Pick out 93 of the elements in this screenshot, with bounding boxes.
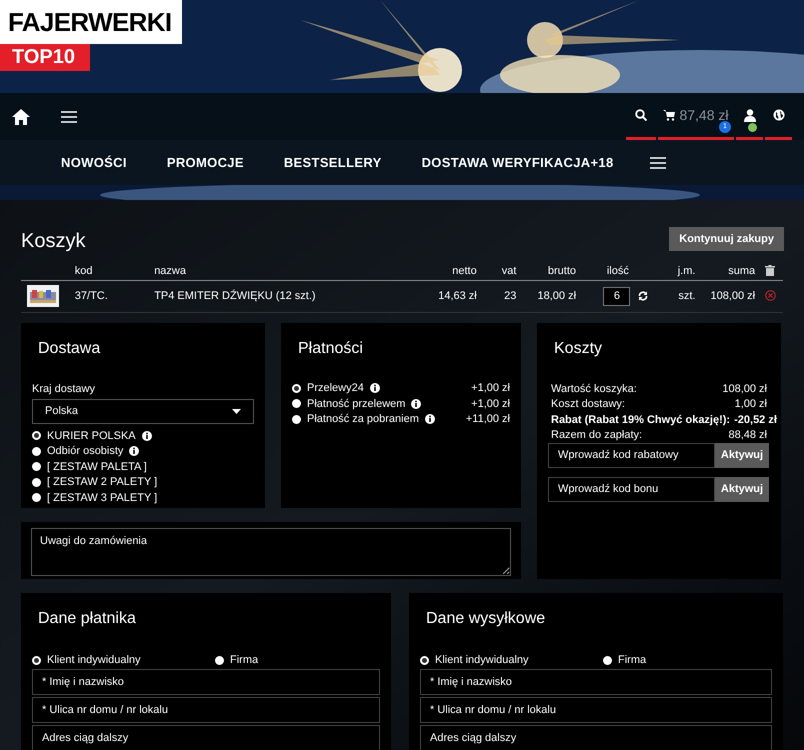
column-header: ilość — [606, 264, 629, 276]
home-icon[interactable] — [12, 108, 30, 124]
menu-icon[interactable] — [650, 156, 666, 168]
quantity-field[interactable]: 6 — [603, 286, 630, 306]
page-title: Koszyk — [21, 229, 86, 254]
menu-link[interactable]: BESTSELLERY — [284, 152, 382, 172]
radio-button[interactable] — [32, 431, 41, 440]
refresh-icon[interactable] — [638, 291, 648, 301]
menu-link[interactable]: DOSTAWA WERYFIKACJA+18 — [422, 152, 614, 172]
column-header: suma — [728, 264, 756, 276]
user-icon[interactable] — [744, 108, 756, 122]
info-icon[interactable] — [424, 414, 435, 424]
table-cell: 14,63 zł — [438, 290, 477, 302]
field-label: Kraj dostawy — [32, 382, 96, 396]
menu-link[interactable]: PROMOCJE — [166, 152, 244, 172]
cost-label: Wartość koszyka: — [551, 382, 637, 396]
panel-title: Koszty — [553, 338, 604, 358]
info-icon[interactable] — [129, 446, 140, 456]
logo-badge: TOP10 — [0, 44, 90, 71]
input-field[interactable]: * Imię i nazwisko — [420, 668, 772, 694]
cost-value: -20,52 zł — [734, 412, 777, 427]
globe-icon[interactable] — [772, 109, 784, 121]
radio-button[interactable] — [215, 656, 224, 665]
panel-title: Dane wysyłkowe — [425, 608, 546, 628]
option-label[interactable]: Klient indywidualny — [435, 652, 529, 669]
cost-value: 108,00 zł — [722, 382, 767, 396]
caret-icon — [232, 409, 241, 414]
table-cell: 37/TC. — [74, 290, 108, 302]
radio-button[interactable] — [32, 493, 41, 502]
cart-icon[interactable] — [663, 109, 676, 121]
option-label[interactable]: [ ZESTAW PALETA ] — [47, 458, 147, 475]
remove-icon[interactable] — [764, 290, 776, 302]
notes-field[interactable]: Uwagi do zamówienia — [31, 528, 511, 576]
info-icon[interactable] — [411, 398, 422, 409]
code-field[interactable]: Wprowadź kod bonu — [548, 476, 715, 502]
option-label[interactable]: Przelewy24 — [307, 380, 364, 396]
menu-link[interactable]: NOWOŚCI — [61, 152, 127, 172]
radio-button[interactable] — [292, 384, 301, 393]
panel-title: Dostawa — [37, 338, 102, 358]
cost-value: 88,48 zł — [728, 428, 767, 442]
option-label[interactable]: Odbiór osobisty — [47, 443, 124, 460]
activate-button[interactable]: Aktywuj — [715, 442, 769, 468]
option-label[interactable]: [ ZESTAW 2 PALETY ] — [47, 474, 158, 490]
code-field[interactable]: Wprowadź kod rabatowy — [548, 442, 715, 468]
table-cell: 108,00 zł — [710, 290, 756, 302]
option-label[interactable]: Płatność przelewem — [307, 396, 406, 412]
table-cell: 23 — [504, 290, 516, 302]
cost-label: Rabat (Rabat 19% Chwyć okazję!): — [551, 412, 730, 427]
activate-button[interactable]: Aktywuj — [715, 476, 769, 502]
input-field[interactable]: * Ulica nr domu / nr lokalu — [32, 696, 380, 722]
radio-button[interactable] — [292, 399, 301, 408]
input-field[interactable]: * Ulica nr domu / nr lokalu — [420, 696, 772, 722]
radio-button[interactable] — [32, 478, 41, 487]
column-header: j.m. — [678, 264, 696, 276]
option-label[interactable]: Płatność za pobraniem — [307, 411, 419, 428]
option-price: +1,00 zł — [471, 381, 510, 396]
country-dropdown[interactable]: Polska — [32, 399, 254, 424]
option-price: +1,00 zł — [471, 396, 510, 412]
cost-value: 1,00 zł — [734, 397, 767, 412]
option-label[interactable]: Klient indywidualny — [47, 652, 141, 669]
cost-label: Razem do zapłaty: — [551, 428, 642, 442]
input-field[interactable]: Adres ciąg dalszy — [32, 724, 380, 750]
radio-button[interactable] — [32, 462, 41, 472]
continue-shopping-button[interactable]: Kontynuuj zakupy — [669, 227, 784, 251]
input-field[interactable]: * Imię i nazwisko — [32, 668, 380, 694]
info-icon[interactable] — [370, 383, 380, 394]
radio-button[interactable] — [32, 656, 41, 665]
menu-icon[interactable] — [61, 110, 77, 122]
option-price: +11,00 zł — [466, 412, 510, 427]
info-icon[interactable] — [142, 430, 152, 441]
table-cell: TP4 EMITER DŹWIĘKU (12 szt.) — [154, 290, 316, 302]
table-cell: 18,00 zł — [537, 290, 576, 302]
trash-icon[interactable] — [765, 265, 776, 276]
input-field[interactable]: Adres ciąg dalszy — [420, 724, 772, 750]
panel-title: Dane płatnika — [37, 608, 137, 628]
search-icon[interactable] — [635, 109, 647, 121]
option-label[interactable]: KURIER POLSKA — [47, 428, 136, 444]
option-label[interactable]: Firma — [618, 652, 646, 669]
logo-text: FAJERWERKI — [0, 0, 182, 44]
radio-button[interactable] — [420, 656, 429, 665]
column-header: kod — [74, 264, 93, 276]
panel-title: Płatności — [297, 338, 364, 358]
radio-button[interactable] — [32, 446, 41, 456]
cost-label: Koszt dostawy: — [551, 397, 625, 412]
column-header: netto — [452, 264, 477, 276]
table-cell: szt. — [678, 290, 696, 302]
radio-button[interactable] — [292, 414, 301, 424]
column-header: vat — [502, 264, 516, 276]
option-label[interactable]: [ ZESTAW 3 PALETY ] — [47, 490, 158, 506]
radio-button[interactable] — [603, 656, 612, 665]
option-label[interactable]: Firma — [230, 652, 258, 669]
column-header: nazwa — [154, 264, 186, 276]
column-header: brutto — [548, 264, 576, 276]
